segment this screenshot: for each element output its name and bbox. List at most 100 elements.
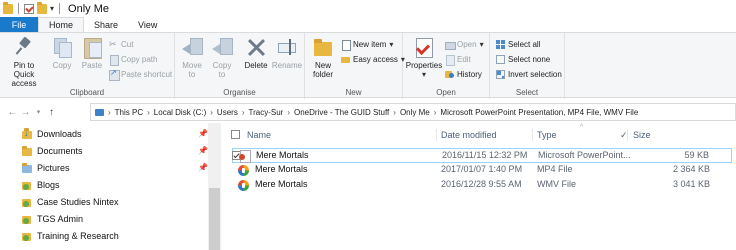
shared-folder-icon [22,197,32,207]
recent-locations-chevron-icon[interactable]: ▾ [32,108,45,116]
copy-to-icon [211,36,233,58]
file-size: 2 364 KB [672,164,710,174]
new-item-button[interactable]: New item ▾ [341,40,393,51]
nav-item-tgs-admin[interactable]: TGS Admin [22,210,212,227]
documents-folder-icon [22,145,32,156]
breadcrumb-onedrive[interactable]: OneDrive - The GUID Stuff [294,108,389,117]
quick-access-toolbar: ▾ Only Me [0,0,109,17]
column-divider[interactable] [532,129,533,141]
nav-item-pictures[interactable]: Pictures 📌 [22,159,212,176]
file-type: Microsoft PowerPoint... [538,150,631,160]
breadcrumb-local-disk[interactable]: Local Disk (C:) [154,108,206,117]
file-row[interactable]: Mere Mortals 2016/12/28 9:55 AM WMV File… [232,178,732,193]
clipboard-group: Pin to Quick access Copy Paste Cut Copy … [0,33,175,99]
address-bar-row: ← → ▾ ↑ › This PC › Local Disk (C:) › Us… [0,101,736,123]
nav-item-documents[interactable]: Documents 📌 [22,142,212,159]
breadcrumb-users[interactable]: Users [217,108,238,117]
paste-shortcut-icon [109,68,120,81]
history-icon [445,70,454,79]
shared-folder-icon [22,180,32,190]
shared-folder-icon [22,214,32,224]
tab-file[interactable]: File [0,17,38,32]
column-header-name-label: Name [247,130,272,140]
column-header-size[interactable]: Size [633,126,651,144]
paste-label: Paste [81,61,103,70]
select-all-icon [496,40,505,49]
file-row[interactable]: Mere Mortals 2017/01/07 1:40 PM MP4 File… [232,163,732,178]
properties-check-icon[interactable] [24,3,34,14]
shared-folder-icon [22,231,32,241]
pin-icon[interactable]: 📌 [198,146,208,155]
select-group: Select all Select none Invert selection … [490,33,565,99]
easy-access-button[interactable]: Easy access ▾ [341,55,405,64]
up-arrow-icon[interactable]: ↑ [45,107,58,118]
file-type: MP4 File [537,164,573,174]
select-all-checkbox[interactable] [231,130,240,139]
column-header-name[interactable]: Name [247,126,271,144]
address-box[interactable]: › This PC › Local Disk (C:) › Users › Tr… [90,103,736,121]
nav-item-downloads[interactable]: Downloads 📌 [22,125,212,142]
sort-ascending-icon: ^ [580,124,584,131]
back-arrow-icon[interactable]: ← [6,107,19,118]
folder-icon [3,1,13,14]
breadcrumb-separator: › [241,107,245,117]
group-label-new: New [345,88,362,97]
tab-home[interactable]: Home [38,17,85,32]
nav-item-training-research[interactable]: Training & Research [22,227,212,244]
column-header-type[interactable]: Type [537,126,557,144]
open-group: Properties ▾ Open ▾ Edit History Open [403,33,490,99]
open-button[interactable]: Open ▾ [445,40,484,50]
tab-share[interactable]: Share [84,17,128,32]
breadcrumb-only-me[interactable]: Only Me [400,108,430,117]
invert-selection-button[interactable]: Invert selection [496,70,562,79]
edit-button[interactable]: Edit [445,55,471,66]
new-folder-icon[interactable] [37,1,47,14]
new-folder-button[interactable]: New folder [309,36,337,79]
breadcrumb-this-pc[interactable]: This PC [115,108,143,117]
select-none-button[interactable]: Select none [496,55,550,64]
delete-x-icon [245,36,267,58]
breadcrumb-separator: › [433,107,437,117]
copy-to-button[interactable]: Copy to [209,36,235,79]
paste-button[interactable]: Paste [79,36,105,70]
easy-access-icon [341,55,350,64]
breadcrumb-user[interactable]: Tracy-Sur [248,108,283,117]
tab-view[interactable]: View [128,17,167,32]
window-title: Only Me [68,2,109,15]
rename-button[interactable]: Rename [272,36,302,70]
copy-button[interactable]: Copy [49,36,75,70]
paste-shortcut-button[interactable]: Paste shortcut [109,68,172,81]
nav-item-label: Pictures [37,162,70,173]
column-header-date-modified[interactable]: Date modified [441,126,497,144]
properties-button[interactable]: Properties ▾ [406,36,442,79]
column-divider[interactable] [627,129,628,141]
forward-arrow-icon[interactable]: → [19,107,32,118]
download-folder-icon [22,127,32,139]
history-button[interactable]: History [445,70,482,79]
separator [59,3,61,14]
file-date-modified: 2016/12/28 9:55 AM [441,179,522,189]
breadcrumb-search-filter[interactable]: Microsoft PowerPoint Presentation, MP4 F… [440,108,638,117]
customize-toolbar-dropdown[interactable]: ▾ [50,4,54,13]
scrollbar-thumb[interactable] [209,188,220,250]
pin-icon[interactable]: 📌 [198,129,208,138]
copy-path-button[interactable]: Copy path [109,55,157,66]
properties-icon [413,36,435,58]
column-header-type-label: Type [537,130,557,140]
file-name: Mere Mortals [255,164,308,174]
nav-item-case-studies-nintex[interactable]: Case Studies Nintex [22,193,212,210]
media-player-icon [238,164,249,176]
nav-item-blogs[interactable]: Blogs [22,176,212,193]
file-row[interactable]: Mere Mortals 2016/11/15 12:32 PM Microso… [232,148,732,163]
pin-icon[interactable]: 📌 [198,163,208,172]
pin-to-quick-access-button[interactable]: Pin to Quick access [3,36,45,88]
move-to-button[interactable]: Move to [179,36,205,79]
delete-button[interactable]: Delete [243,36,269,70]
navigation-scrollbar[interactable] [208,123,221,250]
copy-label: Copy [52,61,72,70]
select-all-button[interactable]: Select all [496,40,540,49]
column-divider[interactable] [436,129,437,141]
new-item-label: New item [353,40,387,49]
nav-item-label: Case Studies Nintex [37,196,119,207]
cut-button[interactable]: Cut [109,39,133,50]
